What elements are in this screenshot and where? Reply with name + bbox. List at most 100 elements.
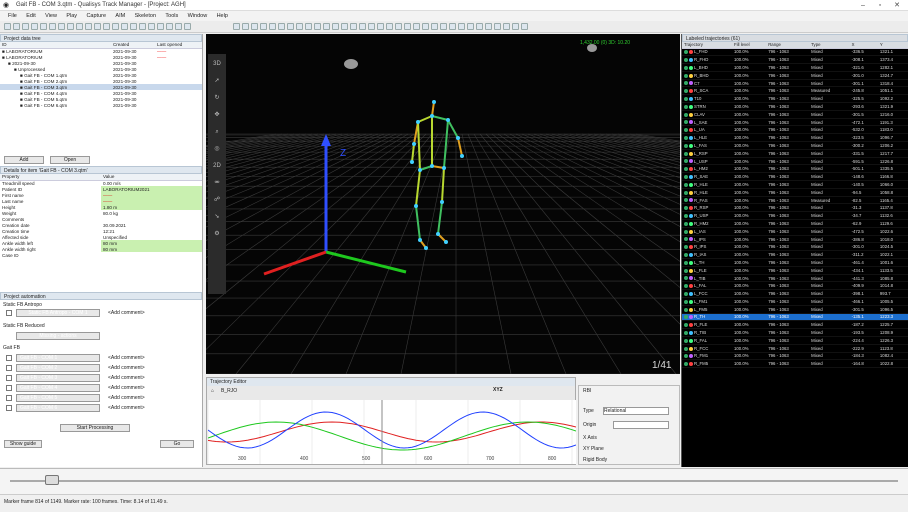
visibility-icon[interactable] [684, 276, 688, 281]
menu-tools[interactable]: Tools [161, 11, 182, 19]
visibility-icon[interactable] [684, 58, 688, 63]
visibility-icon[interactable] [684, 307, 688, 312]
trajectory-row[interactable]: R_SCA 100.0% 796 - 1063 Measured -245.8 … [682, 86, 908, 96]
toolbar-button-icon[interactable] [139, 23, 146, 30]
visibility-icon[interactable] [684, 338, 688, 343]
toolbar-button-icon[interactable] [359, 23, 366, 30]
toolbar-button-icon[interactable] [4, 23, 11, 30]
trajectory-row[interactable]: R_HM2 100.0% 796 - 1063 Mixed -62.9 1129… [682, 219, 908, 228]
gait-checkbox[interactable] [6, 405, 12, 411]
toolbar-button-icon[interactable] [386, 23, 393, 30]
visibility-icon[interactable] [684, 182, 688, 187]
toolbar-button-icon[interactable] [494, 23, 501, 30]
visibility-icon[interactable] [684, 354, 688, 359]
visibility-icon[interactable] [684, 323, 688, 328]
toolbar-button-icon[interactable] [49, 23, 56, 30]
details-value[interactable] [101, 252, 202, 258]
toolbar-button-icon[interactable] [404, 23, 411, 30]
menu-edit[interactable]: Edit [22, 11, 39, 19]
toolbar-button-icon[interactable] [431, 23, 438, 30]
visibility-icon[interactable] [684, 136, 688, 141]
trajectory-row[interactable]: T10 100.0% 796 - 1063 Mixed -325.5 1092.… [682, 94, 908, 104]
toolbar-button-icon[interactable] [40, 23, 47, 30]
marker-point[interactable] [430, 114, 434, 118]
trace-tool-icon[interactable]: ➘ [211, 211, 223, 223]
trajectory-row[interactable]: R_BHD 100.0% 796 - 1063 Mixed -301.0 132… [682, 71, 908, 80]
gait-item-button[interactable]: Gait FB - COM 5 [16, 394, 100, 402]
toolbar-button-icon[interactable] [148, 23, 155, 30]
toolbar-button-icon[interactable] [85, 23, 92, 30]
toolbar-button-icon[interactable] [157, 23, 164, 30]
toolbar-button-icon[interactable] [13, 23, 20, 30]
toolbar-button-icon[interactable] [233, 23, 240, 30]
rotate-tool-icon[interactable]: ↻ [211, 92, 223, 104]
trajectory-row[interactable]: L_FM1 100.0% 796 - 1063 Mixed -466.1 100… [682, 297, 908, 306]
toolbar-button-icon[interactable] [332, 23, 339, 30]
trajectory-row[interactable]: R_USP 100.0% 796 - 1063 Mixed -34.7 1132… [682, 211, 908, 221]
traj-plot[interactable]: 300 400 500 600 700 800 [208, 400, 576, 464]
trajectory-row[interactable]: L_TIB 100.0% 796 - 1063 Mixed -441.3 108… [682, 274, 908, 283]
marker-point[interactable] [436, 232, 440, 236]
visibility-icon[interactable] [684, 260, 688, 265]
trajectory-row[interactable]: R_FM5 100.0% 796 - 1063 Mixed -164.8 102… [682, 359, 908, 369]
menu-window[interactable]: Window [184, 11, 212, 19]
trajectory-row[interactable]: R_FAS 100.0% 796 - 1063 Measured -82.5 1… [682, 196, 908, 205]
visibility-icon[interactable] [684, 112, 688, 117]
menu-aim[interactable]: AIM [111, 11, 129, 19]
prop-type-select[interactable]: Relational [603, 407, 669, 415]
toolbar-button-icon[interactable] [121, 23, 128, 30]
trajectory-row[interactable]: R_IPS 100.0% 796 - 1063 Mixed -301.0 102… [682, 242, 908, 252]
tree-row[interactable]: ■ Gait FB - COM 6.qtm 2021-09-30 [0, 102, 202, 108]
timeline[interactable] [0, 468, 908, 494]
center-tool-icon[interactable]: ◎ [211, 143, 223, 155]
toolbar-button-icon[interactable] [242, 23, 249, 30]
visibility-icon[interactable] [684, 89, 688, 94]
visibility-icon[interactable] [684, 284, 688, 289]
toolbar-button-icon[interactable] [341, 23, 348, 30]
toolbar-button-icon[interactable] [413, 23, 420, 30]
visibility-icon[interactable] [684, 190, 688, 195]
trajectory-row[interactable]: R_TH 100.0% 796 - 1063 Mixed -135.1 1223… [682, 313, 908, 322]
trajectory-row[interactable]: L_RSP 100.0% 796 - 1063 Mixed -331.5 121… [682, 149, 908, 158]
toolbar-button-icon[interactable] [503, 23, 510, 30]
trajectory-row[interactable]: L_HM2 100.0% 796 - 1063 Mixed -501.1 133… [682, 164, 908, 174]
zoom-tool-icon[interactable]: ⌕ [211, 126, 223, 138]
visibility-icon[interactable] [684, 299, 688, 304]
add-button[interactable]: Add [4, 156, 44, 164]
trajectory-row[interactable]: L_SAE 100.0% 796 - 1063 Mixed -472.1 119… [682, 118, 908, 127]
visibility-icon[interactable] [684, 330, 688, 335]
gait-item-button[interactable]: Gait FB - COM 4 [16, 384, 100, 392]
visibility-icon[interactable] [684, 65, 688, 70]
toolbar-button-icon[interactable] [166, 23, 173, 30]
toolbar-button-icon[interactable] [76, 23, 83, 30]
toolbar-button-icon[interactable] [112, 23, 119, 30]
close-button[interactable]: ✕ [889, 1, 905, 10]
show-guide-button[interactable]: Show guide [4, 440, 42, 448]
visibility-icon[interactable] [684, 128, 688, 133]
visibility-icon[interactable] [684, 198, 688, 203]
menu-capture[interactable]: Capture [82, 11, 110, 19]
toolbar-button-icon[interactable] [296, 23, 303, 30]
toolbar-button-icon[interactable] [476, 23, 483, 30]
marker-point[interactable] [424, 246, 428, 250]
visibility-icon[interactable] [684, 73, 688, 78]
toolbar-button-icon[interactable] [94, 23, 101, 30]
trajectory-row[interactable]: R_FM1 100.0% 796 - 1063 Mixed -184.3 108… [682, 352, 908, 361]
static-comment[interactable]: <Add comment> [108, 310, 145, 316]
marker-point[interactable] [412, 142, 416, 146]
marker-point[interactable] [416, 120, 420, 124]
visibility-icon[interactable] [684, 252, 688, 257]
marker-point[interactable] [440, 200, 444, 204]
marker-point[interactable] [432, 100, 436, 104]
marker-point[interactable] [456, 136, 460, 140]
trajectory-row[interactable]: L_FHD 100.0% 796 - 1063 Mixed -336.5 132… [682, 48, 908, 57]
prop-origin-select[interactable] [613, 421, 669, 429]
menu-play[interactable]: Play [62, 11, 81, 19]
minimize-button[interactable]: – [855, 1, 871, 10]
timeline-handle[interactable] [45, 475, 59, 485]
visibility-icon[interactable] [684, 346, 688, 351]
marker-point[interactable] [430, 164, 434, 168]
toolbar-button-icon[interactable] [67, 23, 74, 30]
toolbar-button-icon[interactable] [467, 23, 474, 30]
menu-skeleton[interactable]: Skeleton [131, 11, 160, 19]
